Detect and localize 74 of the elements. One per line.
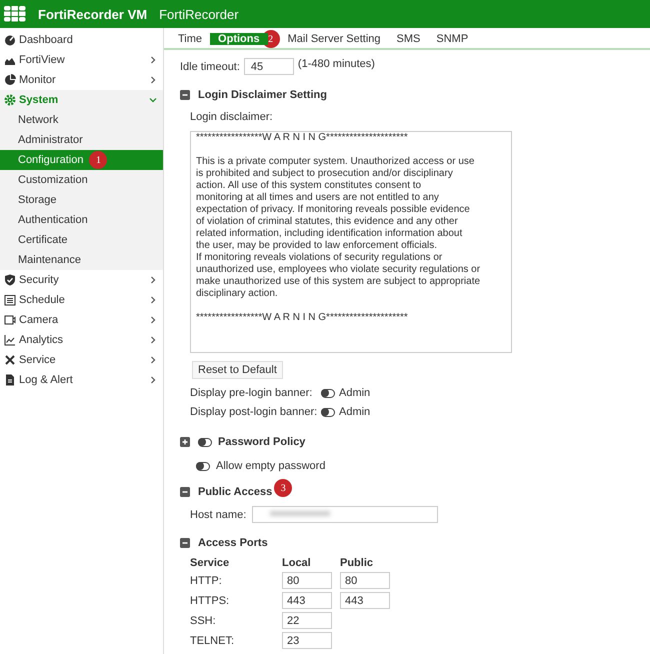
column-header: Public — [340, 557, 374, 569]
local-port-field[interactable]: 443 — [282, 592, 332, 609]
service-label: HTTPS: — [190, 594, 230, 606]
field-label: Idle timeout: — [180, 60, 240, 72]
sidebar-item[interactable]: Schedule — [0, 290, 163, 310]
sidebar-item[interactable]: Camera — [0, 310, 163, 330]
sidebar-subitem[interactable]: Maintenance — [0, 250, 163, 270]
gauge-icon — [4, 34, 16, 46]
sidebar-subitem[interactable]: Certificate — [0, 230, 163, 250]
column-header: Service — [190, 557, 230, 569]
collapse-icon[interactable] — [180, 487, 190, 497]
sidebar-subitem[interactable]: Authentication — [0, 210, 163, 230]
toggle-label: Allow empty password — [216, 460, 326, 472]
column-header: Local — [282, 557, 312, 569]
sidebar-subitem[interactable]: Customization — [0, 170, 163, 190]
sidebar-subitem[interactable]: Administrator — [0, 130, 163, 150]
product-name: FortiRecorder VM — [38, 6, 148, 22]
step-badge: 3 — [274, 479, 292, 497]
hint-text: (1-480 minutes) — [298, 58, 375, 70]
toggle-label: Admin — [339, 406, 370, 418]
local-port-field[interactable]: 23 — [282, 632, 332, 649]
public-port-field[interactable]: 443 — [340, 592, 390, 609]
section-title: Access Ports — [198, 537, 268, 549]
field-label: Display pre-login banner: — [190, 387, 314, 399]
section-title: Password Policy — [218, 436, 306, 448]
local-port-field[interactable]: 22 — [282, 612, 332, 629]
reset-to-default-button[interactable]: Reset to Default — [192, 361, 283, 379]
service-label: HTTP: — [190, 574, 223, 586]
camera-icon — [4, 314, 16, 326]
tab[interactable]: Options — [210, 33, 268, 45]
step-badge: 1 — [89, 151, 108, 169]
sidebar-item[interactable]: Analytics — [0, 330, 163, 350]
toggle-switch[interactable] — [321, 408, 335, 416]
field-label: Display post-login banner: — [190, 406, 315, 418]
pie-chart-icon — [4, 74, 16, 86]
sidebar-item[interactable]: Log & Alert — [0, 370, 163, 390]
toggle-label: Admin — [339, 387, 370, 399]
service-label: SSH: — [190, 614, 217, 626]
redacted-mark — [270, 511, 330, 516]
collapse-icon[interactable] — [180, 538, 190, 548]
service-label: TELNET: — [190, 634, 236, 646]
sidebar-item[interactable]: FortiView — [0, 50, 163, 70]
tab[interactable]: Time — [170, 33, 210, 45]
toggle-switch[interactable] — [196, 462, 210, 470]
tab[interactable]: SNMP — [428, 33, 476, 45]
logo-icon — [4, 6, 26, 22]
idle-timeout-field[interactable]: 45 — [244, 58, 294, 75]
disclaimer-textarea[interactable]: *****************W A R N I N G********************* This is a private computer system. Unauthorized access or use is prohibited and subject to prosecution and/or disciplinary action. All use of this system constitutes consent to monitoring at all times and users are not entitled to any expectation of privacy. If monitoring reveals possible evidence of violation of criminal statutes, this evidence and any other related information, including identification information about the user, may be provided to law enforcement officials. If monitoring reveals violations of security regulations or unauthorized use, employees who violate security regulations or make unauthorized use of this system are subject to appropriate disciplinary action. *****************W A R N I N G********************* — [190, 131, 512, 353]
sidebar-subitem[interactable]: Storage — [0, 190, 163, 210]
collapse-icon[interactable] — [180, 90, 190, 100]
gear-icon — [4, 94, 16, 106]
field-label: Login disclaimer: — [190, 111, 274, 123]
tab[interactable]: Mail Server Setting — [280, 33, 389, 45]
sidebar-subitem[interactable]: Configuration 1 — [0, 150, 163, 170]
host-name: FortiRecorder — [159, 6, 239, 22]
sidebar-item[interactable]: Dashboard — [0, 30, 163, 50]
sidebar-item[interactable]: Security — [0, 270, 163, 290]
sidebar-item[interactable]: Service — [0, 350, 163, 370]
host-name-field[interactable] — [252, 506, 438, 523]
toggle-switch[interactable] — [198, 438, 212, 446]
shield-icon — [4, 274, 16, 286]
sidebar-subitem[interactable]: Network — [0, 110, 163, 130]
tab[interactable]: SMS — [388, 33, 428, 45]
sidebar-item[interactable]: Monitor — [0, 70, 163, 90]
local-port-field[interactable]: 80 — [282, 572, 332, 589]
line-chart-icon — [4, 334, 16, 346]
field-label: Host name: — [190, 508, 246, 520]
document-icon — [4, 374, 16, 386]
section-title: Login Disclaimer Setting — [198, 89, 327, 101]
expand-icon[interactable] — [180, 437, 190, 447]
public-port-field[interactable]: 80 — [340, 572, 390, 589]
section-title: Public Access — [198, 486, 272, 498]
sidebar-item[interactable]: System — [0, 90, 163, 110]
toggle-switch[interactable] — [321, 388, 335, 398]
